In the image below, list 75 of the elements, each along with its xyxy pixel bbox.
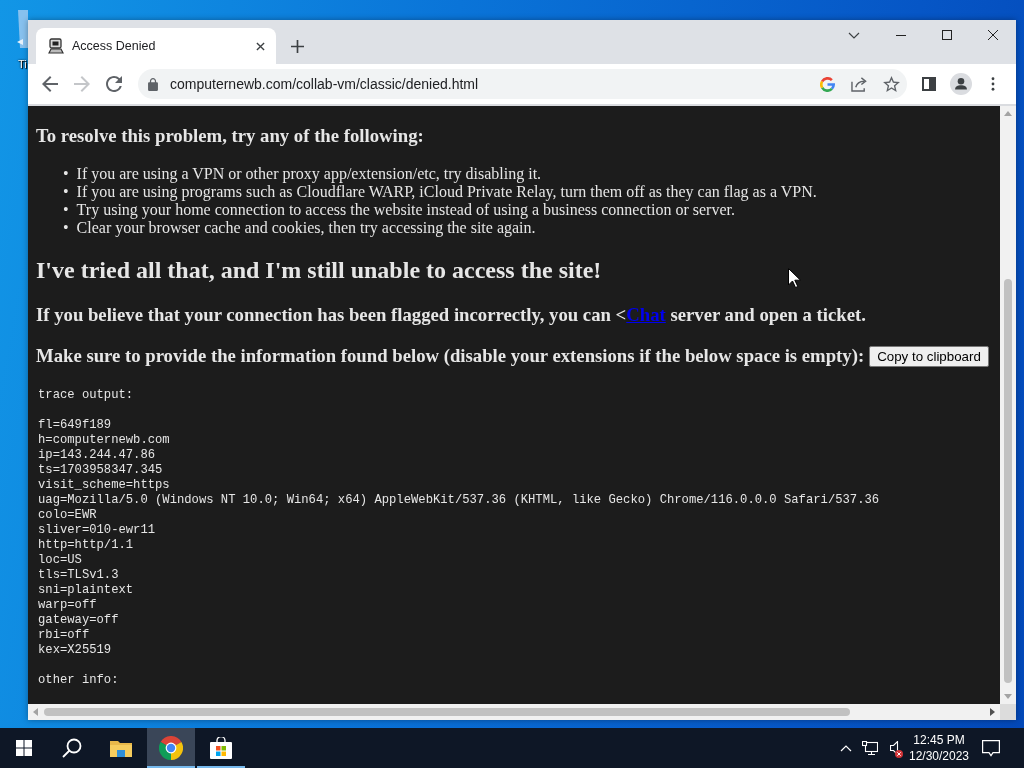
vertical-scrollbar[interactable] (1000, 106, 1016, 704)
list-item: If you are using a VPN or other proxy app/extension/etc, try disabling it. (76, 165, 542, 183)
trace-label: other info: (38, 673, 119, 688)
trace-line: rbi=off (38, 628, 90, 643)
shortcut-icon[interactable] (16, 10, 28, 48)
search-icon (62, 738, 82, 758)
lock-icon (148, 77, 158, 91)
profile-icon (950, 73, 972, 95)
close-icon (988, 30, 998, 40)
bullet-point: • (63, 183, 69, 201)
trace-line: sni=plaintext (38, 583, 134, 598)
bullet-point: • (63, 201, 69, 219)
menu-icon (991, 77, 995, 91)
page-heading: I've tried all that, and I'm still unable to access the site! (36, 256, 602, 284)
scrollbar-corner (1000, 704, 1016, 720)
taskbar-app-button[interactable] (147, 728, 195, 768)
trace-line: loc=US (38, 553, 82, 568)
trace-line: h=computernewb.com (38, 433, 170, 448)
horizontal-scrollbar[interactable] (28, 704, 1000, 720)
trace-line: ip=143.244.47.86 (38, 448, 156, 463)
forward-arrow-icon (74, 76, 90, 92)
google-g-icon (819, 76, 835, 92)
speech-bubble-icon (982, 739, 1000, 757)
right-arrow-icon[interactable] (990, 708, 995, 716)
trace-line: sliver=010-ewr11 (38, 523, 156, 538)
trace-line: http=http/1.1 (38, 538, 134, 553)
copy-to-clipboard-button[interactable]: Copy to clipboard (869, 345, 989, 367)
speaker-icon (889, 741, 899, 755)
browser-tab[interactable]: Access Denied (36, 28, 276, 64)
contact-text: If you believe that your connection has been flagged incorrectly, you can <Chat server and open a ticket. (36, 304, 866, 326)
back-arrow-icon (42, 76, 58, 92)
url-text[interactable]: computernewb.com/collab-vm/classic/denied.html (170, 76, 479, 92)
trace-line: fl=649f189 (38, 418, 112, 433)
trace-line: uag=Mozilla/5.0 (Windows NT 10.0; Win64; x64) AppleWebKit/537.36 (KHTML, like Gecko) Chrome/116.0.0.0 Safari/537.36 (38, 493, 880, 508)
trace-line: ts=1703958347.345 (38, 463, 163, 478)
running-indicator (197, 766, 245, 768)
share-icon (850, 76, 868, 92)
list-item: If you are using programs such as Cloudflare WARP, iCloud Private Relay, turn them off as they can flag as a VPN. (76, 183, 817, 201)
trace-line: kex=X25519 (38, 643, 112, 658)
side-panel-icon (922, 77, 936, 91)
muted-badge-icon (895, 750, 903, 758)
chevron-up-icon (840, 744, 852, 752)
scrollbar-thumb[interactable] (44, 708, 850, 716)
trace-line: gateway=off (38, 613, 119, 628)
trace-line: visit_scheme=https (38, 478, 170, 493)
bullet-point: • (63, 219, 69, 237)
scrollbar-thumb[interactable] (1004, 279, 1012, 683)
shopping-bag-icon (210, 737, 232, 759)
windows-logo-icon (16, 740, 32, 756)
clock-time: 12:45 PM (913, 732, 965, 748)
trace-line: warp=off (38, 598, 97, 613)
clock-date: 12/30/2023 (908, 748, 970, 764)
list-item: Try using your home connection to access the website instead of using a business connection or server. (76, 201, 735, 219)
cursor-icon (788, 268, 801, 288)
chrome-logo-icon (159, 736, 183, 760)
address-bar[interactable]: computernewb.com/collab-vm/classic/denied.html (138, 69, 907, 99)
instruction-text: Make sure to provide the information found below (disable your extensions if the below space is empty): (36, 345, 865, 367)
folder-icon (110, 739, 132, 757)
maximize-icon (942, 30, 952, 40)
section-heading: To resolve this problem, try any of the following: (36, 125, 424, 147)
chevron-down-icon (848, 31, 860, 39)
running-indicator (147, 766, 195, 768)
bullet-point: • (63, 165, 69, 183)
star-icon (882, 76, 900, 92)
close-icon (255, 41, 265, 51)
list-item: Clear your browser cache and cookies, then try accessing the site again. (76, 219, 536, 237)
plus-icon (290, 39, 304, 53)
clock-button[interactable]: 12:45 PM 12/30/2023 (906, 728, 972, 768)
trace-line: colo=EWR (38, 508, 97, 523)
minimize-icon (896, 34, 906, 36)
network-icon (862, 740, 878, 756)
reload-icon (106, 76, 122, 92)
trace-label: trace output: (38, 388, 134, 403)
computer-icon (48, 38, 64, 54)
trace-line: tls=TLSv1.3 (38, 568, 119, 583)
